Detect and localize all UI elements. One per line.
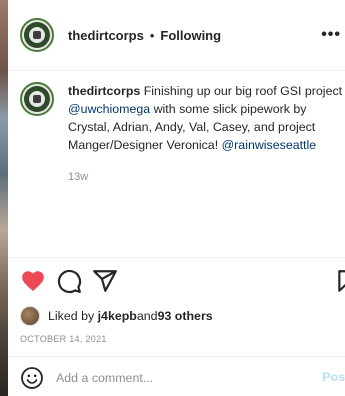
caption-timestamp[interactable]: 13w: [68, 168, 345, 186]
paper-plane-icon: [93, 270, 117, 292]
likes-count[interactable]: 93 others: [158, 309, 213, 323]
mention-link[interactable]: @uwchiomega: [68, 102, 150, 116]
actions-divider: [8, 257, 345, 258]
save-button[interactable]: [335, 268, 345, 294]
caption-body: thedirtcorps Finishing up our big roof G…: [68, 82, 345, 186]
comment-input[interactable]: [56, 371, 296, 385]
bookmark-icon: [338, 270, 345, 292]
header-text: thedirtcorps • Following: [68, 28, 221, 43]
caption-username[interactable]: thedirtcorps: [68, 84, 140, 98]
header-separator: •: [149, 27, 155, 43]
caption-avatar[interactable]: [20, 82, 54, 116]
emoji-icon: [21, 367, 43, 389]
comment-bubble-icon: [57, 269, 82, 294]
likes-summary: Liked by j4kepb and 93 others: [20, 306, 213, 326]
avatar[interactable]: [20, 18, 54, 52]
caption-text-part-1: Finishing up our big roof GSI project: [140, 84, 343, 98]
share-button[interactable]: [92, 268, 118, 294]
post-comment-button[interactable]: Pos: [322, 370, 345, 384]
following-button[interactable]: Following: [160, 28, 221, 43]
header-username[interactable]: thedirtcorps: [68, 28, 144, 43]
post-side-panel: thedirtcorps • Following ••• thedirtcorp…: [8, 0, 345, 396]
liker-username[interactable]: j4kepb: [98, 309, 137, 323]
post-photo-edge: [0, 0, 8, 396]
liker-avatar[interactable]: [20, 306, 40, 326]
avatar-logo: [24, 86, 50, 112]
post-date[interactable]: OCTOBER 14, 2021: [20, 334, 107, 344]
emoji-button[interactable]: [20, 366, 44, 390]
caption-text: thedirtcorps Finishing up our big roof G…: [68, 82, 345, 154]
comment-divider: [8, 356, 345, 357]
more-horizontal-icon[interactable]: •••: [321, 26, 341, 44]
header-divider: [8, 70, 345, 71]
heart-filled-icon: [22, 271, 44, 292]
like-button[interactable]: [20, 268, 46, 294]
comment-bar: Pos: [20, 364, 345, 392]
caption: thedirtcorps Finishing up our big roof G…: [20, 82, 345, 186]
action-bar: [20, 268, 345, 296]
comment-button[interactable]: [56, 268, 82, 294]
post-header: thedirtcorps • Following •••: [8, 0, 345, 70]
mention-link[interactable]: @rainwiseseattle: [222, 138, 317, 152]
likes-middle: and: [136, 309, 158, 323]
likes-prefix: Liked by: [48, 309, 95, 323]
avatar-logo: [24, 22, 50, 48]
